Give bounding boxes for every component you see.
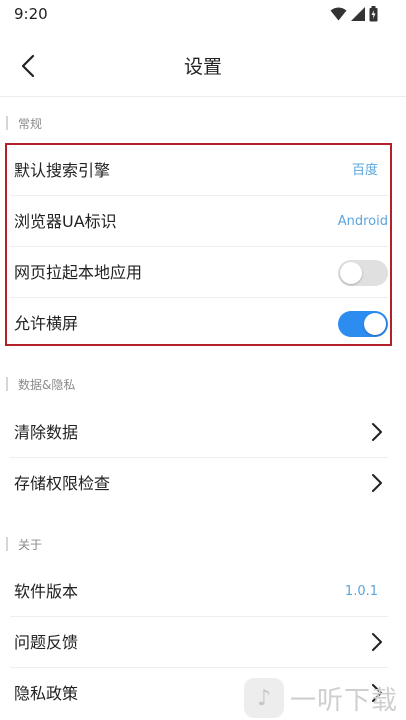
chevron-right-icon (372, 474, 382, 492)
chevron-right-icon (372, 423, 382, 441)
toggle-knob (340, 262, 362, 284)
open-local-app-toggle[interactable] (338, 260, 388, 286)
watermark-text: 一听下载 (290, 685, 399, 716)
settings-row-default-search-engine[interactable]: 默认搜索引擎 百度 (0, 145, 406, 196)
row-label: 存储权限检查 (14, 474, 111, 493)
settings-row-browser-ua[interactable]: 浏览器UA标识 Android (0, 196, 406, 247)
settings-row-software-version: 软件版本 1.0.1 (0, 566, 406, 617)
wifi-icon (330, 7, 347, 21)
section-label: 常规 (18, 116, 43, 131)
app-bar: 设置 (0, 36, 406, 97)
back-button[interactable] (10, 48, 46, 84)
settings-row-allow-landscape: 允许横屏 (0, 298, 406, 349)
chevron-left-icon (21, 54, 35, 78)
version-value: 1.0.1 (344, 584, 378, 599)
section-header-data-privacy: 数据&隐私 (6, 372, 75, 396)
row-label: 软件版本 (14, 582, 79, 601)
page-title: 设置 (183, 56, 222, 78)
settings-row-open-local-app: 网页拉起本地应用 (0, 247, 406, 298)
row-label: 浏览器UA标识 (14, 212, 117, 231)
settings-row-feedback[interactable]: 问题反馈 (0, 617, 406, 668)
row-value: Android (337, 214, 388, 229)
section-label: 关于 (18, 537, 43, 552)
battery-icon (369, 6, 378, 22)
row-label: 网页拉起本地应用 (14, 263, 143, 282)
watermark-logo-icon: ♪ (244, 678, 284, 718)
section-marker (6, 377, 8, 391)
section-marker (6, 116, 8, 130)
section-label: 数据&隐私 (18, 377, 76, 392)
section-marker (6, 537, 8, 551)
allow-landscape-toggle[interactable] (338, 311, 388, 337)
chevron-right-icon (372, 633, 382, 651)
settings-row-clear-data[interactable]: 清除数据 (0, 407, 406, 458)
row-label: 清除数据 (14, 423, 79, 442)
status-icons (330, 5, 378, 23)
cellular-signal-icon (351, 7, 365, 21)
settings-row-storage-permission[interactable]: 存储权限检查 (0, 458, 406, 509)
row-label: 默认搜索引擎 (14, 161, 111, 180)
row-label: 问题反馈 (14, 633, 79, 652)
toggle-knob (364, 313, 386, 335)
section-header-about: 关于 (6, 532, 42, 556)
status-time: 9:20 (14, 5, 48, 23)
status-bar: 9:20 (0, 0, 406, 30)
row-label: 允许横屏 (14, 314, 79, 333)
section-header-general: 常规 (6, 111, 42, 135)
row-value: 百度 (351, 163, 378, 178)
row-label: 隐私政策 (14, 684, 79, 703)
watermark: ♪ 一听下载 (244, 676, 406, 720)
